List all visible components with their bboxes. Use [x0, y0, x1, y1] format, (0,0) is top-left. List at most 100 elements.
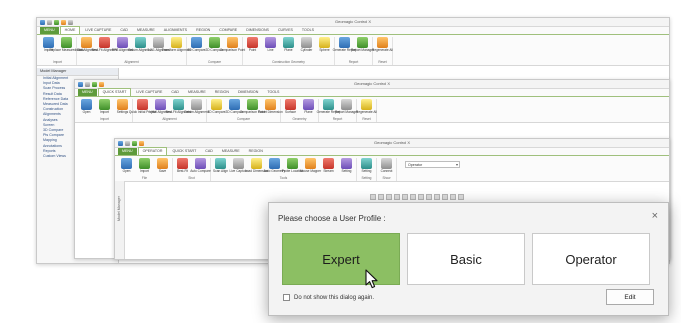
scan-align-button[interactable]: Scan Align: [213, 158, 228, 176]
tab-region[interactable]: REGION: [245, 148, 267, 155]
dont-show-checkbox[interactable]: [283, 294, 290, 301]
best-fit-alignment-button[interactable]: Best-Fit Alignment: [92, 37, 117, 60]
ribbon-tabs: MENU HOME LIVE CAPTURE CAD MEASURE ALIGNMENTS…: [37, 26, 669, 35]
ribbon-button-label: Connect: [380, 169, 393, 173]
settings-button[interactable]: Settings: [115, 99, 130, 117]
tab-measure[interactable]: MEASURE: [184, 89, 210, 96]
plane-button[interactable]: Plane: [301, 99, 316, 117]
live-capture-button[interactable]: Live Capture: [229, 158, 248, 176]
tab-live-capture[interactable]: LIVE CAPTURE: [132, 89, 166, 96]
view-icon[interactable]: [378, 194, 384, 200]
line-button[interactable]: Line: [263, 37, 278, 60]
regenerate-all-button[interactable]: Regenerate All: [372, 37, 393, 60]
view-icon[interactable]: [394, 194, 400, 200]
view-icon[interactable]: [450, 194, 456, 200]
regenerate-all-button[interactable]: Regenerate All: [356, 99, 377, 117]
report-manager-button[interactable]: Report Manager: [351, 37, 374, 60]
report-manager-button[interactable]: Report Manager: [335, 99, 358, 117]
auto-compare-button[interactable]: Auto Compare: [190, 158, 211, 176]
edit-button[interactable]: Edit: [606, 289, 654, 305]
open-button[interactable]: Open: [119, 158, 134, 176]
profile-expert-button[interactable]: Expert: [282, 233, 400, 285]
connect-button[interactable]: Connect: [379, 158, 394, 176]
import-button[interactable]: Import: [97, 99, 112, 117]
front-titlebar: Geomagic Control X: [115, 139, 669, 148]
view-icon[interactable]: [370, 194, 376, 200]
tab-measure[interactable]: MEASURE: [133, 27, 159, 34]
tab-cad[interactable]: CAD: [116, 27, 132, 34]
3-2-1-alignment-icon: [153, 37, 164, 48]
import-icon: [139, 158, 150, 169]
ribbon-button-label: Cylinder: [300, 48, 313, 52]
view-icon[interactable]: [434, 194, 440, 200]
tab-menu[interactable]: MENU: [118, 148, 137, 155]
tab-live-capture[interactable]: LIVE CAPTURE: [81, 27, 115, 34]
ribbon-button-label: Mouse Mapper: [299, 169, 322, 173]
transform-alignment-button[interactable]: Transform Alignment: [162, 37, 191, 60]
tab-menu[interactable]: MENU: [78, 89, 97, 96]
tab-cad[interactable]: CAD: [201, 148, 217, 155]
view-icon[interactable]: [442, 194, 448, 200]
tab-operator[interactable]: OPERATOR: [137, 147, 168, 155]
replace-measured-data-button[interactable]: Replace Measured Data: [49, 37, 84, 60]
view-icon[interactable]: [410, 194, 416, 200]
profile-operator-button[interactable]: Operator: [532, 233, 650, 285]
surface-button[interactable]: Surface: [283, 99, 298, 117]
best-fit-button[interactable]: Best-Fit: [175, 158, 190, 176]
comparison-point-button[interactable]: Comparison Point: [220, 37, 245, 60]
tab-quick-start[interactable]: QUICK START: [97, 88, 132, 96]
surface-icon: [285, 99, 296, 110]
tab-dimension[interactable]: DIMENSION: [234, 89, 262, 96]
stream-button[interactable]: Stream: [321, 158, 336, 176]
generate-report-button[interactable]: Generate Report: [317, 99, 340, 117]
probe-location-icon: [287, 158, 298, 169]
3d-compare-button[interactable]: 3D Compare: [207, 99, 226, 117]
tab-compare[interactable]: COMPARE: [215, 27, 241, 34]
mouse-mapper-button[interactable]: Mouse Mapper: [299, 158, 322, 176]
ribbon-group-name: Setting: [361, 176, 372, 180]
tab-measure[interactable]: MEASURE: [218, 148, 244, 155]
tab-home[interactable]: HOME: [59, 26, 81, 34]
view-icon[interactable]: [402, 194, 408, 200]
2d-compare-icon: [209, 37, 220, 48]
ribbon-group-name: Geometry: [292, 117, 307, 121]
best-fit-icon: [177, 158, 188, 169]
close-icon[interactable]: ×: [652, 211, 658, 222]
3d-compare-button[interactable]: 3D Compare: [187, 37, 206, 60]
tab-dimensions[interactable]: DIMENSIONS: [242, 27, 273, 34]
setting-button[interactable]: Setting: [359, 158, 374, 176]
view-icon[interactable]: [386, 194, 392, 200]
generate-report-button[interactable]: Generate Report: [333, 37, 356, 60]
load-dimension-button[interactable]: Load Dimension: [245, 158, 268, 176]
ribbon-button-label: Import: [99, 110, 110, 114]
save-button[interactable]: Save: [155, 158, 170, 176]
tab-quick-start[interactable]: QUICK START: [168, 148, 200, 155]
profile-basic-button[interactable]: Basic: [407, 233, 525, 285]
tab-menu[interactable]: MENU: [40, 27, 59, 34]
auto-geometry-button[interactable]: Auto Geometry: [264, 158, 285, 176]
datum-alignment-button[interactable]: Datum Alignment: [184, 99, 209, 117]
cylinder-button[interactable]: Cylinder: [299, 37, 314, 60]
datum-alignment-button[interactable]: Datum Alignment: [128, 37, 153, 60]
profile-dropdown[interactable]: Operator: [405, 161, 460, 168]
tab-tools[interactable]: TOOLS: [263, 89, 283, 96]
view-icon[interactable]: [458, 194, 464, 200]
tab-curves[interactable]: CURVES: [274, 27, 297, 34]
setting-button[interactable]: Setting: [339, 158, 354, 176]
view-icon[interactable]: [418, 194, 424, 200]
tab-alignments[interactable]: ALIGNMENTS: [160, 27, 191, 34]
view-icon[interactable]: [426, 194, 432, 200]
probe-location-button[interactable]: Probe Location: [282, 158, 303, 176]
quick-initial-project-button[interactable]: Quick Initial Project: [129, 99, 156, 117]
smart-dimension-button[interactable]: Smart Dimension: [258, 99, 283, 117]
plane-button[interactable]: Plane: [281, 37, 296, 60]
point-button[interactable]: Point: [245, 37, 260, 60]
import-button[interactable]: Import: [137, 158, 152, 176]
tab-cad[interactable]: CAD: [167, 89, 183, 96]
tab-region[interactable]: REGION: [192, 27, 214, 34]
setting-icon: [361, 158, 372, 169]
tab-tools[interactable]: TOOLS: [298, 27, 318, 34]
tab-region[interactable]: REGION: [211, 89, 233, 96]
open-button[interactable]: Open: [79, 99, 94, 117]
sphere-button[interactable]: Sphere: [317, 37, 332, 60]
